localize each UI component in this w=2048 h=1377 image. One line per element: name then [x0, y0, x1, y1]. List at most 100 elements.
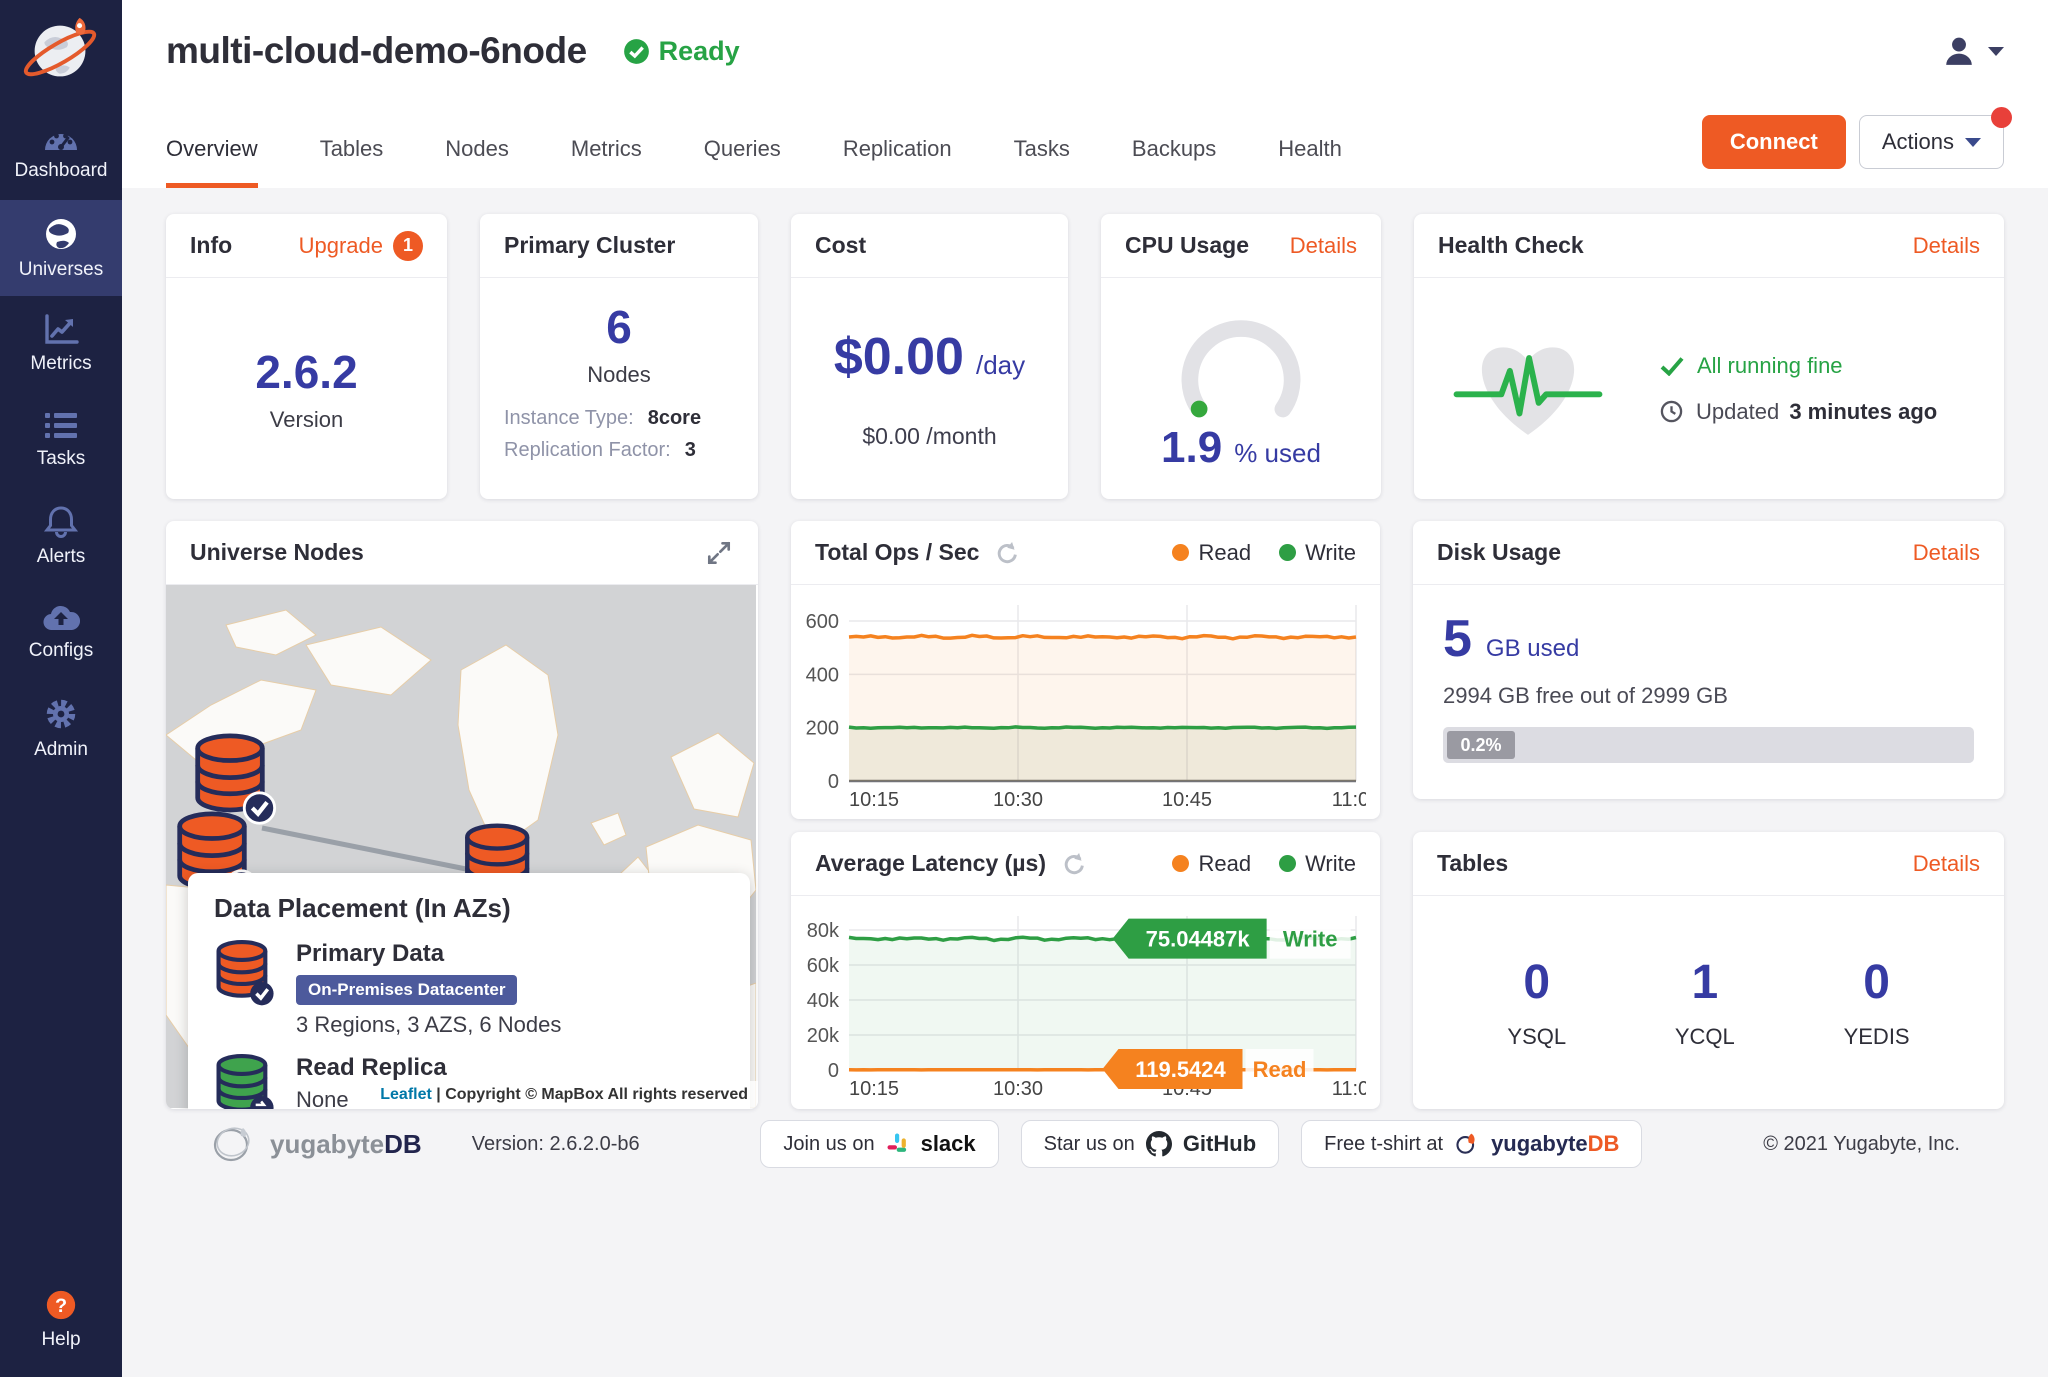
tshirt-button[interactable]: Free t-shirt at yugabyteDB	[1301, 1120, 1642, 1168]
sidebar-item-tasks[interactable]: Tasks	[0, 392, 122, 488]
replication-factor-value: 3	[685, 439, 696, 462]
sidebar-item-label: Configs	[29, 640, 93, 662]
ysql-count: 0	[1523, 955, 1550, 1010]
tab-metrics[interactable]: Metrics	[571, 136, 642, 188]
tab-bar: Overview Tables Nodes Metrics Queries Re…	[122, 102, 2048, 188]
card-title: Health Check	[1438, 232, 1584, 259]
slack-button[interactable]: Join us on slack	[760, 1120, 998, 1168]
svg-text:600: 600	[806, 611, 839, 633]
tab-queries[interactable]: Queries	[704, 136, 781, 188]
ysql-stat: 0 YSQL	[1507, 955, 1566, 1050]
yedis-label: YEDIS	[1844, 1024, 1910, 1050]
cost-per-day-unit: /day	[976, 350, 1025, 381]
user-menu[interactable]	[1942, 35, 2004, 67]
info-card: Info Upgrade 1 2.6.2 Version	[166, 214, 447, 499]
sidebar-item-metrics[interactable]: Metrics	[0, 296, 122, 392]
card-title: Tables	[1437, 850, 1508, 877]
tab-replication[interactable]: Replication	[843, 136, 952, 188]
sidebar-item-label: Help	[41, 1329, 80, 1351]
disk-used-unit: GB used	[1486, 635, 1579, 663]
expand-icon[interactable]	[704, 538, 734, 568]
svg-text:20k: 20k	[807, 1025, 840, 1047]
cpu-details-link[interactable]: Details	[1290, 233, 1357, 259]
avg-latency-plot: 020k40k60k80k10:1510:3010:4511:0075.0448…	[799, 904, 1366, 1100]
replication-factor-label: Replication Factor:	[504, 439, 671, 462]
disk-details-link[interactable]: Details	[1913, 540, 1980, 566]
app-root: Dashboard Universes Metrics	[0, 0, 2048, 1377]
dashboard-icon	[43, 123, 79, 153]
legend-write: Write	[1279, 851, 1356, 877]
tab-overview[interactable]: Overview	[166, 136, 258, 188]
sidebar-item-help[interactable]: ? Help	[0, 1271, 122, 1367]
read-dot-icon	[1172, 855, 1189, 872]
main-content: Info Upgrade 1 2.6.2 Version Primary Clu…	[122, 188, 2048, 1377]
universe-nodes-card: Universe Nodes	[166, 521, 758, 1109]
sidebar-item-universes[interactable]: Universes	[0, 200, 122, 296]
upgrade-label: Upgrade	[299, 233, 383, 259]
tab-tasks[interactable]: Tasks	[1014, 136, 1070, 188]
leaflet-link[interactable]: Leaflet	[380, 1086, 432, 1103]
svg-text:80k: 80k	[807, 920, 840, 942]
updated-label: Updated	[1696, 399, 1779, 424]
notification-dot	[1991, 107, 2012, 128]
svg-text:400: 400	[806, 664, 839, 686]
datacenter-badge: On-Premises Datacenter	[296, 975, 517, 1005]
cpu-gauge	[1156, 305, 1326, 421]
svg-text:0: 0	[828, 1060, 839, 1082]
heartbeat-icon	[1448, 325, 1608, 453]
sidebar-item-configs[interactable]: Configs	[0, 584, 122, 680]
instance-type-label: Instance Type:	[504, 407, 634, 430]
upgrade-link[interactable]: Upgrade 1	[299, 231, 423, 261]
connect-button[interactable]: Connect	[1702, 115, 1846, 169]
primary-data-row: Primary Data On-Premises Datacenter 3 Re…	[214, 940, 724, 1038]
status-text: Ready	[659, 36, 740, 67]
attribution-text: | Copyright © MapBox All rights reserved	[432, 1086, 748, 1103]
disk-percent-chip: 0.2%	[1447, 731, 1515, 759]
legend-read: Read	[1172, 851, 1251, 877]
check-icon	[1660, 356, 1684, 376]
refresh-icon[interactable]	[1060, 851, 1086, 877]
svg-text:75.04487k: 75.04487k	[1146, 927, 1251, 952]
tables-card: Tables Details 0 YSQL 1 YCQL	[1413, 832, 2004, 1109]
yedis-count: 0	[1863, 955, 1890, 1010]
svg-text:10:30: 10:30	[993, 789, 1043, 811]
sidebar-item-label: Alerts	[37, 546, 86, 568]
sidebar-item-dashboard[interactable]: Dashboard	[0, 104, 122, 200]
tab-backups[interactable]: Backups	[1132, 136, 1216, 188]
read-dot-icon	[1172, 544, 1189, 561]
card-title: CPU Usage	[1125, 232, 1249, 259]
health-status-row: All running fine	[1660, 353, 1937, 379]
primary-data-label: Primary Data	[296, 940, 561, 968]
tab-nodes[interactable]: Nodes	[445, 136, 509, 188]
health-details-link[interactable]: Details	[1913, 233, 1980, 259]
primary-cluster-card: Primary Cluster 6 Nodes Instance Type: 8…	[480, 214, 758, 499]
total-ops-plot: 020040060010:1510:3010:4511:00	[799, 593, 1366, 811]
upgrade-count-badge: 1	[393, 231, 423, 261]
tab-tables[interactable]: Tables	[320, 136, 384, 188]
clock-icon	[1660, 400, 1683, 423]
card-title: Primary Cluster	[504, 232, 675, 259]
yugabytedb-wordmark: yugabyteDB	[270, 1129, 422, 1160]
content-column: multi-cloud-demo-6node Ready	[122, 0, 2048, 1377]
app-logo[interactable]	[0, 0, 122, 104]
write-dot-icon	[1279, 544, 1296, 561]
primary-data-db-icon	[214, 940, 274, 1006]
github-button[interactable]: Star us on GitHub	[1021, 1120, 1280, 1168]
configs-cloud-icon	[42, 603, 80, 633]
world-map[interactable]: Data Placement (In AZs)	[166, 585, 758, 1109]
yugabyte-rocket-icon	[1454, 1131, 1480, 1157]
tab-health[interactable]: Health	[1278, 136, 1342, 188]
card-title: Universe Nodes	[190, 539, 364, 566]
actions-dropdown-button[interactable]: Actions	[1859, 115, 2004, 169]
sidebar-item-admin[interactable]: Admin	[0, 680, 122, 776]
ycql-count: 1	[1691, 955, 1718, 1010]
svg-text:10:15: 10:15	[849, 789, 899, 811]
tables-details-link[interactable]: Details	[1913, 851, 1980, 877]
refresh-icon[interactable]	[993, 540, 1019, 566]
copyright: © 2021 Yugabyte, Inc.	[1763, 1133, 1960, 1156]
total-ops-chart-card: Total Ops / Sec Read	[791, 521, 1380, 819]
cost-per-month: $0.00 /month	[862, 423, 996, 450]
cost-card: Cost $0.00 /day $0.00 /month	[791, 214, 1068, 499]
svg-text:11:00: 11:00	[1332, 789, 1366, 811]
sidebar-item-alerts[interactable]: Alerts	[0, 488, 122, 584]
